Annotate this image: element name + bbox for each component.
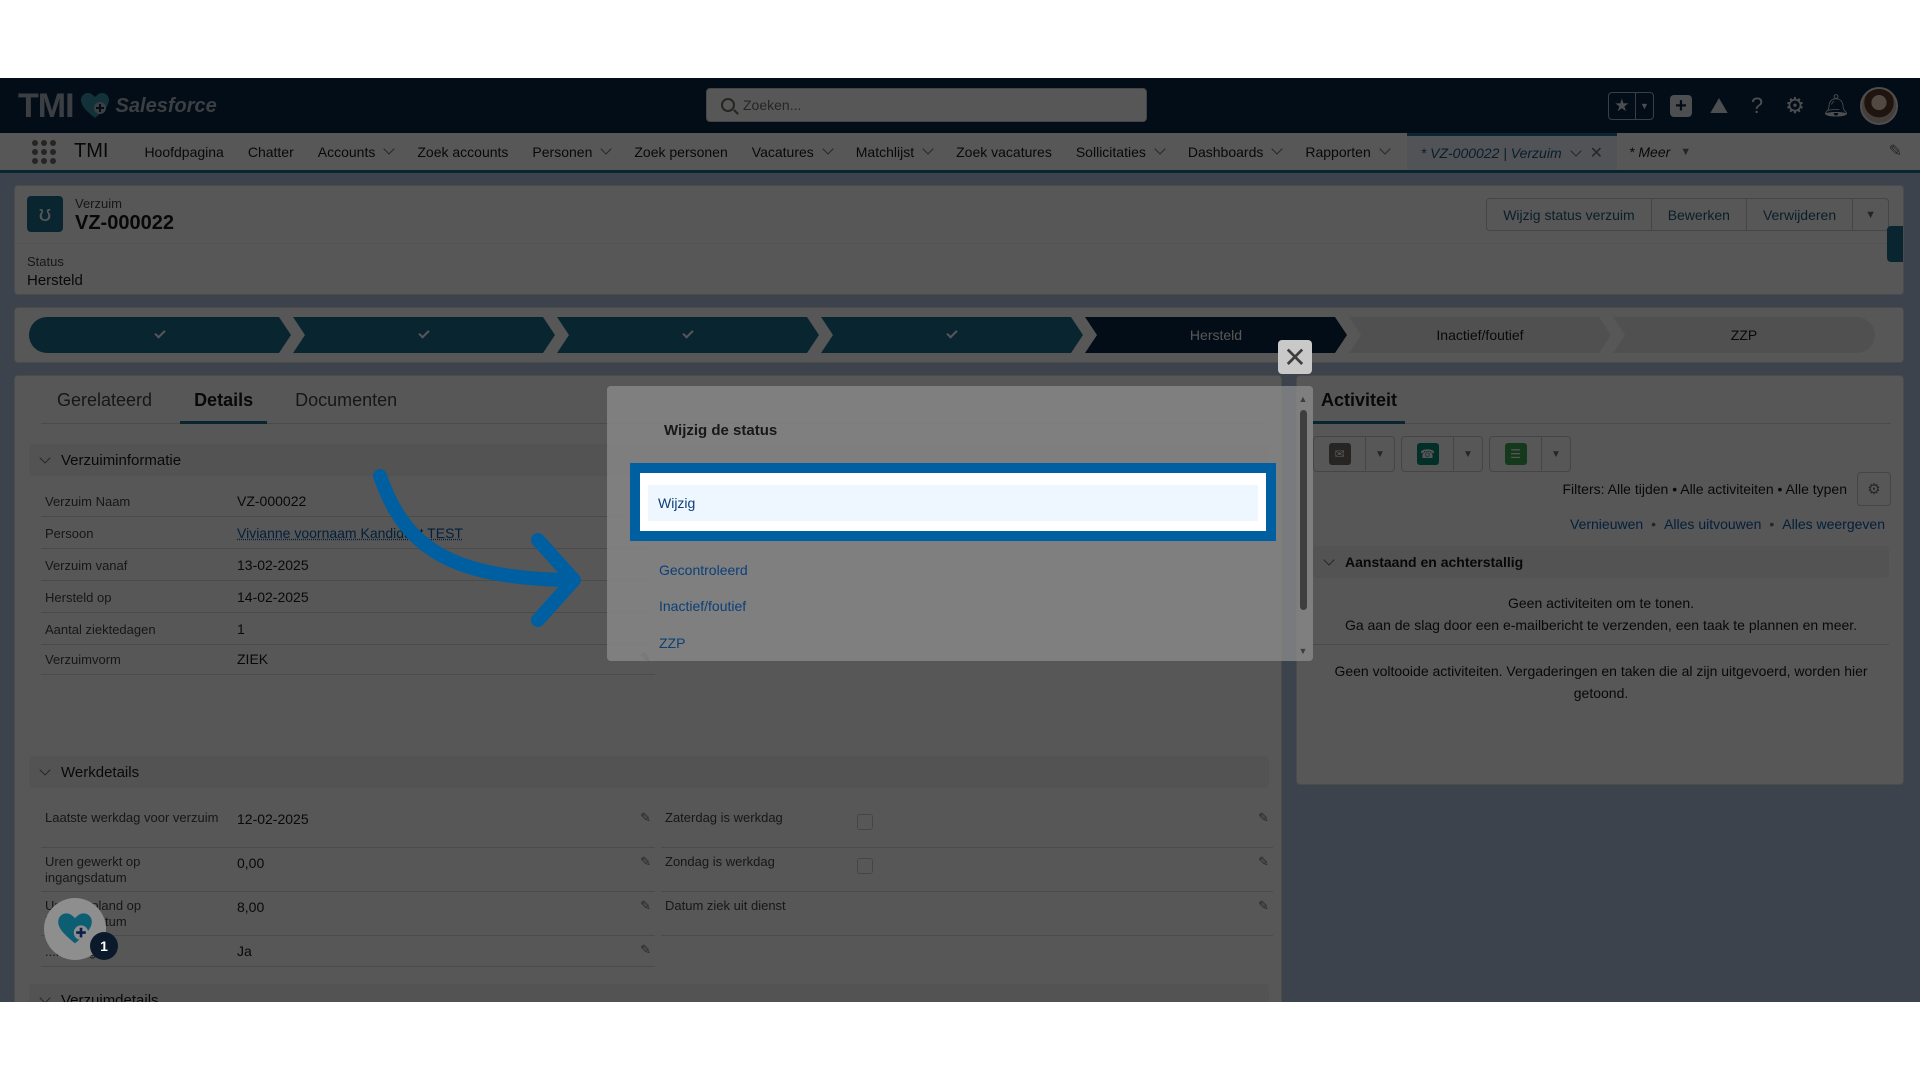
highlight-inner: Wijzig <box>640 473 1266 531</box>
close-icon: ✕ <box>1283 341 1307 373</box>
highlight-frame: Wijzig <box>630 463 1276 541</box>
option-wijzig[interactable]: Wijzig <box>648 485 1258 521</box>
modal-scrollbar[interactable]: ▲ ▼ <box>1297 394 1309 656</box>
scroll-down-icon[interactable]: ▼ <box>1297 646 1309 656</box>
option-gecontroleerd[interactable]: Gecontroleerd <box>659 562 748 578</box>
option-inactief-foutief[interactable]: Inactief/foutief <box>659 598 746 614</box>
heart-plus-icon <box>58 913 92 944</box>
scroll-up-icon[interactable]: ▲ <box>1297 394 1309 404</box>
notification-badge: 1 <box>90 932 118 960</box>
scrollbar-thumb[interactable] <box>1300 410 1307 610</box>
tutorial-arrow-icon <box>373 469 581 627</box>
option-zzp[interactable]: ZZP <box>659 635 685 651</box>
app-frame: TMI Salesforce Zoeken... ★ ▼ + ⛰ ? ⚙ 🔔︎ <box>0 78 1920 1002</box>
option-wijzig-label: Wijzig <box>658 495 696 511</box>
modal-close-button[interactable]: ✕ <box>1278 340 1312 374</box>
modal-title: Wijzig de status <box>664 422 778 439</box>
